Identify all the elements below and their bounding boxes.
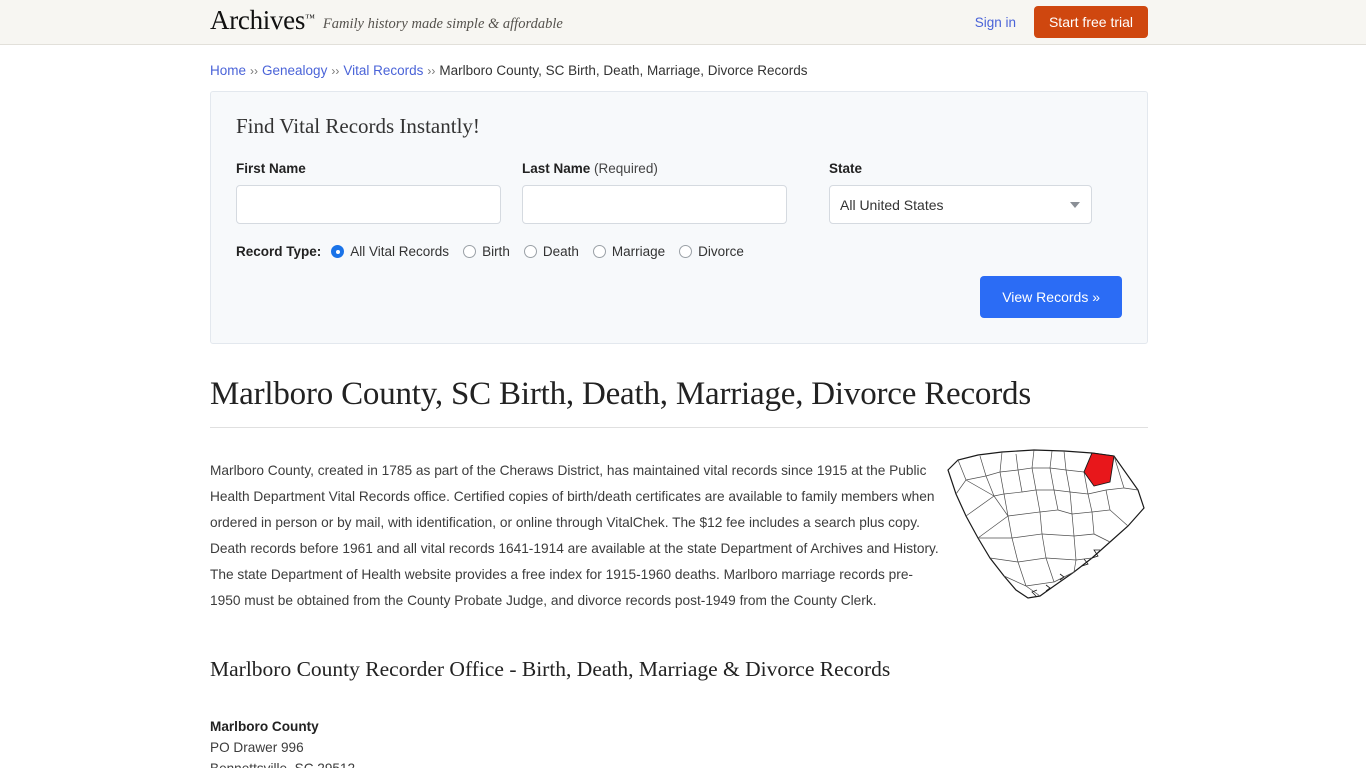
radio-icon — [331, 245, 345, 258]
last-name-label-text: Last Name — [522, 161, 591, 176]
south-carolina-county-map — [942, 444, 1148, 627]
last-name-required-note: (Required) — [594, 161, 658, 176]
vital-records-search-panel: Find Vital Records Instantly! First Name… — [210, 91, 1148, 344]
last-name-input[interactable] — [522, 185, 787, 224]
record-type-row: Record Type: All Vital Records Birth Dea… — [236, 244, 1122, 259]
radio-marriage[interactable]: Marriage — [592, 244, 666, 259]
county-overview-section: Marlboro County, created in 1785 as part… — [210, 444, 1148, 627]
brand-tagline: Family history made simple & affordable — [322, 16, 563, 32]
radio-icon — [523, 245, 537, 258]
recorder-office-heading: Marlboro County Recorder Office - Birth,… — [210, 657, 891, 682]
radio-icon — [679, 245, 693, 258]
map-icon — [947, 449, 1145, 599]
radio-divorce[interactable]: Divorce — [679, 244, 744, 259]
radio-all-vital-records[interactable]: All Vital Records — [331, 244, 449, 259]
header-actions: Sign in Start free trial — [975, 6, 1148, 38]
state-select-value: All United States — [840, 196, 944, 213]
address-line-2: Bennettsville, SC 29512 — [210, 758, 1148, 768]
radio-divorce-label: Divorce — [698, 244, 744, 259]
breadcrumb-separator-icon: ›› — [250, 64, 259, 78]
brand-logo-text: Archives — [210, 5, 306, 35]
search-fields-row: First Name Last Name (Required) State Al… — [236, 161, 1122, 224]
trademark-icon: ™ — [305, 13, 315, 24]
radio-death-label: Death — [542, 244, 579, 259]
radio-marriage-label: Marriage — [611, 244, 666, 259]
address-line-1: PO Drawer 996 — [210, 740, 304, 756]
radio-icon — [592, 245, 606, 258]
brand-logo[interactable]: Archives ™ Family history made simple & a… — [210, 7, 563, 34]
title-divider — [210, 427, 1148, 428]
site-header: Archives ™ Family history made simple & a… — [0, 0, 1366, 45]
county-description: Marlboro County, created in 1785 as part… — [210, 462, 939, 608]
first-name-label: First Name — [236, 161, 306, 176]
state-field-group: State All United States — [829, 161, 1092, 224]
recorder-office-address: Marlboro County PO Drawer 996 Bennettsvi… — [210, 716, 1148, 768]
last-name-field-group: Last Name (Required) — [522, 161, 787, 224]
page-title: Marlboro County, SC Birth, Death, Marria… — [210, 376, 1031, 412]
state-label: State — [829, 161, 863, 176]
state-select-wrapper: All United States — [829, 185, 1092, 224]
breadcrumb-item-vital-records[interactable]: Vital Records — [343, 63, 423, 78]
radio-icon — [463, 245, 477, 258]
radio-death[interactable]: Death — [523, 244, 579, 259]
sign-in-link[interactable]: Sign in — [975, 15, 1016, 30]
first-name-field-group: First Name — [236, 161, 501, 224]
state-select[interactable]: All United States — [829, 185, 1092, 224]
breadcrumb-item-genealogy[interactable]: Genealogy — [262, 63, 327, 78]
radio-birth-label: Birth — [482, 244, 510, 259]
submit-row: View Records » — [236, 276, 1122, 318]
breadcrumb-separator-icon: ›› — [331, 64, 340, 78]
breadcrumb: Home ›› Genealogy ›› Vital Records ›› Marlboro… — [210, 45, 1148, 88]
last-name-label: Last Name (Required) — [522, 161, 787, 176]
breadcrumb-separator-icon: ›› — [427, 64, 436, 78]
view-records-button[interactable]: View Records » — [980, 276, 1122, 318]
start-free-trial-button[interactable]: Start free trial — [1033, 6, 1148, 38]
radio-all-vital-records-label: All Vital Records — [350, 244, 450, 259]
search-panel-title: Find Vital Records Instantly! — [236, 114, 480, 138]
address-county-name: Marlboro County — [210, 719, 319, 735]
breadcrumb-item-home[interactable]: Home — [210, 63, 246, 78]
breadcrumb-item-current: Marlboro County, SC Birth, Death, Marria… — [439, 63, 808, 78]
record-type-label: Record Type: — [236, 244, 322, 259]
chevron-down-icon — [1070, 201, 1080, 208]
first-name-input[interactable] — [236, 185, 501, 224]
radio-birth[interactable]: Birth — [463, 244, 510, 259]
